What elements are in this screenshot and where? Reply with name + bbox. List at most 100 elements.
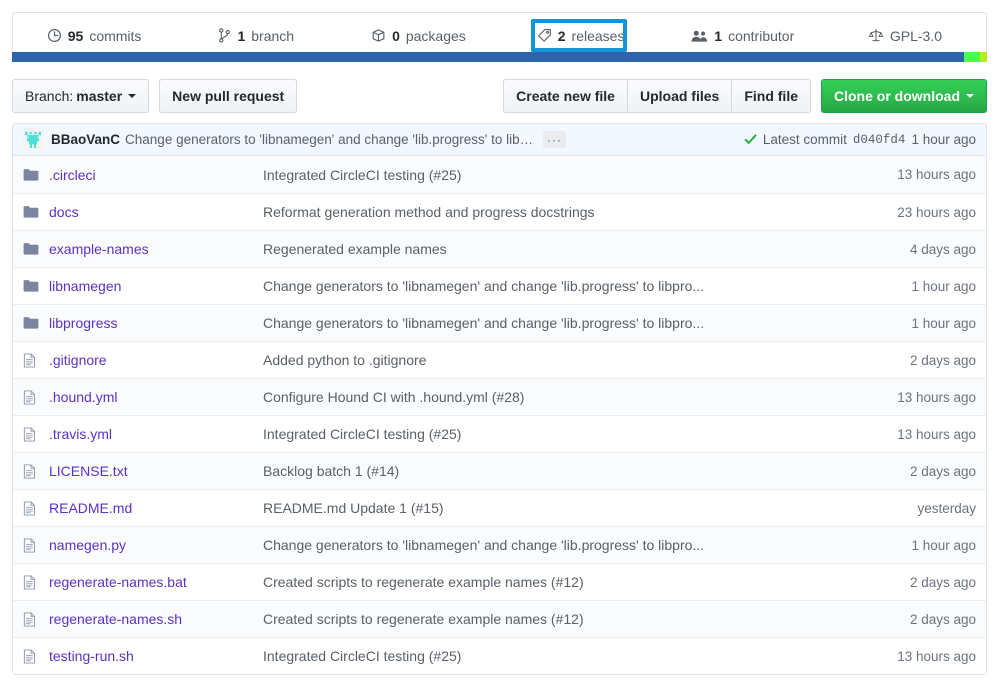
file-row: .circleci Integrated CircleCI testing (#2… [13, 156, 986, 193]
commit-message-cell[interactable]: Integrated CircleCI testing (#25) [263, 167, 826, 183]
yellow-green-segment[interactable] [980, 52, 987, 62]
chevron-down-icon [966, 94, 974, 98]
file-icon [23, 500, 49, 516]
file-name-link[interactable]: testing-run.sh [49, 648, 134, 664]
commit-time-cell: 13 hours ago [897, 389, 976, 405]
file-icon [23, 574, 49, 590]
file-name-link[interactable]: regenerate-names.bat [49, 574, 187, 590]
commit-time-cell: 2 days ago [909, 352, 976, 368]
commit-time-cell: 2 days ago [909, 611, 976, 627]
file-name-link[interactable]: README.md [49, 500, 132, 516]
commit-sha[interactable]: d040fd4 [853, 133, 906, 147]
toolbar-left-group: Branch: master New pull request [12, 79, 298, 113]
folder-icon [23, 316, 49, 330]
chevron-down-icon [128, 94, 137, 98]
file-row: testing-run.sh Integrated CircleCI testin… [13, 637, 986, 674]
file-name-cell: .gitignore [49, 352, 263, 368]
branch-prefix-label: Branch: [25, 88, 74, 104]
commit-message-cell[interactable]: Created scripts to regenerate example na… [263, 611, 826, 627]
file-icon [23, 648, 49, 664]
history-icon [47, 28, 62, 43]
file-name-link[interactable]: libprogress [49, 315, 117, 331]
law-icon [868, 28, 884, 43]
commit-message-cell[interactable]: Configure Hound CI with .hound.yml (#28) [263, 389, 826, 405]
file-name-cell: regenerate-names.sh [49, 611, 263, 627]
green-segment[interactable] [963, 52, 981, 62]
file-row: regenerate-names.sh Created scripts to re… [13, 600, 986, 637]
commit-message[interactable]: Change generators to 'libnamegen' and ch… [125, 132, 535, 147]
file-name-cell: docs [49, 204, 263, 220]
commit-message-cell[interactable]: Backlog batch 1 (#14) [263, 463, 826, 479]
file-icon [23, 611, 49, 627]
new-pull-request-button[interactable]: New pull request [159, 79, 298, 113]
commit-time-cell: yesterday [917, 500, 976, 516]
commit-time-cell: 13 hours ago [897, 426, 976, 442]
commit-time-cell: 1 hour ago [911, 278, 976, 294]
file-name-link[interactable]: namegen.py [49, 537, 126, 553]
repository-toolbar: Branch: master New pull request Create n… [12, 79, 987, 113]
check-icon [744, 133, 757, 146]
commit-message-cell[interactable]: README.md Update 1 (#15) [263, 500, 826, 516]
commit-message-cell[interactable]: Created scripts to regenerate example na… [263, 574, 826, 590]
file-row: .travis.yml Integrated CircleCI testing (… [13, 415, 986, 452]
latest-commit-label: Latest commit [762, 132, 847, 147]
file-icon [23, 426, 49, 442]
tag-icon [537, 28, 552, 43]
avatar[interactable] [23, 129, 43, 150]
file-name-cell: .circleci [49, 167, 263, 183]
file-name-cell: README.md [49, 500, 263, 516]
file-name-cell: regenerate-names.bat [49, 574, 263, 590]
folder-icon [23, 279, 49, 293]
folder-icon [23, 168, 49, 182]
file-name-cell: testing-run.sh [49, 648, 263, 664]
commit-message-cell[interactable]: Change generators to 'libnamegen' and ch… [263, 278, 826, 294]
file-list-container: BBaoVanC Change generators to 'libnamege… [12, 123, 987, 675]
file-name-link[interactable]: .gitignore [49, 352, 107, 368]
expand-commit-message-button[interactable]: ··· [543, 131, 567, 148]
file-name-link[interactable]: regenerate-names.sh [49, 611, 182, 627]
upload-files-button[interactable]: Upload files [627, 79, 733, 113]
clone-or-download-button[interactable]: Clone or download [821, 79, 987, 113]
file-name-link[interactable]: LICENSE.txt [49, 463, 128, 479]
find-file-button[interactable]: Find file [732, 79, 811, 113]
commit-time: 1 hour ago [911, 132, 976, 147]
file-row: libnamegen Change generators to 'libnameg… [13, 267, 986, 304]
commit-time-cell: 13 hours ago [897, 648, 976, 664]
file-name-link[interactable]: libnamegen [49, 278, 121, 294]
commit-message-cell[interactable]: Added python to .gitignore [263, 352, 826, 368]
file-actions-group: Create new file Upload files Find file [503, 79, 811, 113]
file-name-link[interactable]: docs [49, 204, 79, 220]
file-list: .circleci Integrated CircleCI testing (#2… [13, 156, 986, 674]
commit-time-cell: 2 days ago [909, 463, 976, 479]
file-name-link[interactable]: .circleci [49, 167, 96, 183]
commit-message-cell[interactable]: Integrated CircleCI testing (#25) [263, 426, 826, 442]
repository-file-browser: 95 commits 1 branch 0 packages 2 releases 1 contr… [0, 0, 999, 682]
file-name-link[interactable]: .travis.yml [49, 426, 112, 442]
file-name-link[interactable]: example-names [49, 241, 149, 257]
latest-commit-info: Latest commit d040fd4 1 hour ago [744, 132, 976, 147]
stat-commits-label: commits [89, 27, 142, 44]
blue-segment[interactable] [12, 52, 964, 62]
commit-message-cell[interactable]: Regenerated example names [263, 241, 826, 257]
commit-message-cell[interactable]: Reformat generation method and progress … [263, 204, 826, 220]
commit-message-cell[interactable]: Change generators to 'libnamegen' and ch… [263, 537, 826, 553]
commit-message-cell[interactable]: Change generators to 'libnamegen' and ch… [263, 315, 826, 331]
file-row: .gitignore Added python to .gitignore 2 da… [13, 341, 986, 378]
file-row: namegen.py Change generators to 'libnameg… [13, 526, 986, 563]
file-name-link[interactable]: .hound.yml [49, 389, 117, 405]
commit-message-cell[interactable]: Integrated CircleCI testing (#25) [263, 648, 826, 664]
file-row: libprogress Change generators to 'libname… [13, 304, 986, 341]
language-color-bar[interactable] [12, 52, 987, 62]
commit-time-cell: 1 hour ago [911, 315, 976, 331]
stat-commits-count: 95 [67, 27, 84, 44]
file-name-cell: .travis.yml [49, 426, 263, 442]
commit-author-name[interactable]: BBaoVanC [51, 132, 120, 147]
latest-commit-header: BBaoVanC Change generators to 'libnamege… [13, 124, 986, 156]
file-icon [23, 389, 49, 405]
people-icon [691, 29, 708, 43]
toolbar-right-group: Create new file Upload files Find file C… [503, 79, 987, 113]
file-name-cell: LICENSE.txt [49, 463, 263, 479]
create-new-file-button[interactable]: Create new file [503, 79, 628, 113]
file-row: .hound.yml Configure Hound CI with .hound… [13, 378, 986, 415]
branch-selector-button[interactable]: Branch: master [12, 79, 150, 113]
